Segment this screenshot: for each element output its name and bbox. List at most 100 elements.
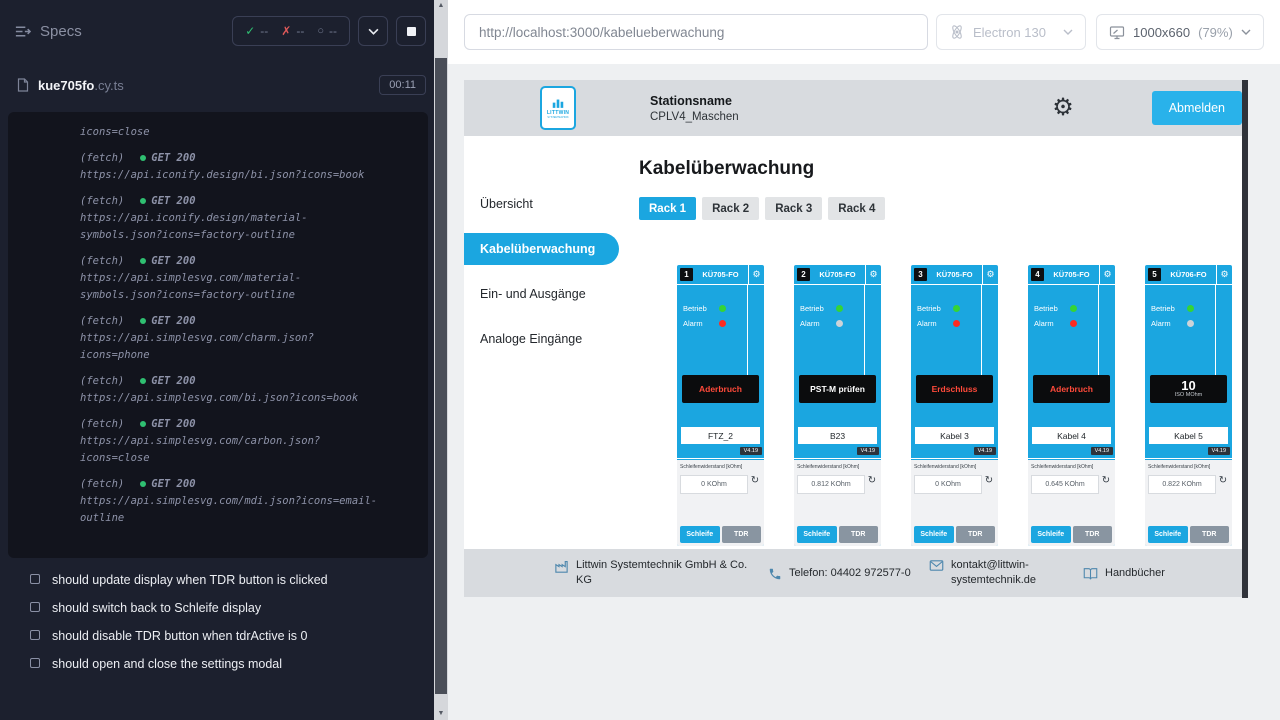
test-row[interactable]: should switch back to Schleife display bbox=[0, 594, 434, 622]
viewport-size-icon bbox=[1109, 25, 1125, 40]
sidebar-item-kabelueberwachung[interactable]: Kabelüberwachung bbox=[464, 233, 619, 265]
version-badge: V4.19 bbox=[857, 447, 879, 455]
footer-phone[interactable]: Telefon: 04402 972577-0 bbox=[768, 566, 917, 581]
footer-email[interactable]: kontakt@littwin-systemtechnik.de bbox=[929, 558, 1051, 588]
tab-rack-3[interactable]: Rack 3 bbox=[765, 197, 822, 220]
electron-icon bbox=[949, 24, 965, 40]
chevron-down-icon bbox=[1063, 29, 1073, 35]
measurement-panel: Schleifenwiderstand [kOhm] 0 KOhm↻ Schle… bbox=[911, 460, 998, 546]
app-footer: Littwin Systemtechnik GmbH & Co. KG Tele… bbox=[464, 549, 1248, 597]
refresh-icon[interactable]: ↻ bbox=[866, 475, 878, 487]
betrieb-label: Betrieb bbox=[917, 304, 953, 313]
failed-icon: ✗ bbox=[281, 24, 291, 38]
logout-button[interactable]: Abmelden bbox=[1152, 91, 1242, 125]
log-entry[interactable]: (fetch)GET 200 https://api.simplesvg.com… bbox=[80, 416, 382, 467]
sidebar-item-uebersicht[interactable]: Übersicht bbox=[464, 188, 619, 220]
resistance-value: 0.645 KOhm bbox=[1031, 475, 1099, 494]
browser-select[interactable]: Electron 130 bbox=[936, 14, 1086, 50]
refresh-icon[interactable]: ↻ bbox=[1100, 475, 1112, 487]
schleife-button[interactable]: Schleife bbox=[1031, 526, 1071, 543]
stop-tests-button[interactable] bbox=[396, 16, 426, 46]
cable-name-input[interactable] bbox=[798, 427, 877, 444]
runner-scrollbar-thumb[interactable] bbox=[435, 58, 447, 694]
tdr-button[interactable]: TDR bbox=[722, 526, 762, 543]
email-icon bbox=[929, 559, 944, 572]
schleife-button[interactable]: Schleife bbox=[680, 526, 720, 543]
cable-name-input[interactable] bbox=[1032, 427, 1111, 444]
specs-menu-icon[interactable] bbox=[14, 23, 31, 40]
tdr-button[interactable]: TDR bbox=[1073, 526, 1113, 543]
tdr-button[interactable]: TDR bbox=[956, 526, 996, 543]
log-entry[interactable]: (fetch)GET 200 https://api.simplesvg.com… bbox=[80, 476, 382, 527]
status-display: Erdschluss bbox=[916, 375, 993, 403]
log-entry[interactable]: (fetch)GET 200 https://api.iconify.desig… bbox=[80, 150, 382, 184]
collapse-runner-button[interactable] bbox=[358, 16, 388, 46]
main-content: Kabelüberwachung Rack 1 Rack 2 Rack 3 Ra… bbox=[619, 136, 1248, 549]
runner-scrollbar[interactable]: ▲ ▼ bbox=[434, 0, 448, 720]
card-settings-icon[interactable]: ⚙ bbox=[982, 265, 998, 284]
settings-gear-icon[interactable]: ⚙ bbox=[1052, 96, 1074, 120]
spec-name[interactable]: kue705fo.cy.ts bbox=[38, 78, 124, 93]
alarm-label: Alarm bbox=[1151, 319, 1187, 328]
card-settings-icon[interactable]: ⚙ bbox=[1216, 265, 1232, 284]
browser-name: Electron 130 bbox=[973, 25, 1046, 40]
version-badge: V4.19 bbox=[974, 447, 996, 455]
card-title: KÜ706-FO bbox=[1161, 270, 1216, 279]
alarm-label: Alarm bbox=[683, 319, 719, 328]
cable-name-input[interactable] bbox=[915, 427, 994, 444]
tab-rack-2[interactable]: Rack 2 bbox=[702, 197, 759, 220]
betrieb-led bbox=[1070, 305, 1077, 312]
passed-count: -- bbox=[260, 24, 268, 38]
card-title: KÜ705-FO bbox=[1044, 270, 1099, 279]
betrieb-label: Betrieb bbox=[683, 304, 719, 313]
version-row: V4.19 bbox=[1145, 446, 1232, 459]
app-scrollbar-thumb[interactable] bbox=[1242, 80, 1248, 598]
test-row[interactable]: should disable TDR button when tdrActive… bbox=[0, 622, 434, 650]
tdr-button[interactable]: TDR bbox=[1190, 526, 1230, 543]
card-settings-icon[interactable]: ⚙ bbox=[1099, 265, 1115, 284]
tdr-button[interactable]: TDR bbox=[839, 526, 879, 543]
tab-rack-1[interactable]: Rack 1 bbox=[639, 197, 696, 220]
card-settings-icon[interactable]: ⚙ bbox=[865, 265, 881, 284]
viewport-size-select[interactable]: 1000x660 (79%) bbox=[1096, 14, 1264, 50]
command-log: icons=close (fetch)GET 200 https://api.i… bbox=[8, 112, 428, 558]
log-entry[interactable]: (fetch)GET 200 https://api.iconify.desig… bbox=[80, 193, 382, 244]
resistance-value: 0.812 KOhm bbox=[797, 475, 865, 494]
test-row[interactable]: should open and close the settings modal bbox=[0, 650, 434, 678]
failed-count: -- bbox=[296, 24, 304, 38]
scroll-down-arrow[interactable]: ▼ bbox=[434, 709, 448, 719]
log-entry[interactable]: (fetch)GET 200 https://api.simplesvg.com… bbox=[80, 253, 382, 304]
phone-number: Telefon: 04402 972577-0 bbox=[789, 566, 917, 581]
card-title: KÜ705-FO bbox=[810, 270, 865, 279]
refresh-icon[interactable]: ↻ bbox=[983, 475, 995, 487]
app-window: LITTWIN SYSTEMTECHNIK Stationsname CPLV4… bbox=[464, 80, 1248, 597]
url-input[interactable]: http://localhost:3000/kabelueberwachung bbox=[464, 14, 928, 50]
schleife-button[interactable]: Schleife bbox=[1148, 526, 1188, 543]
cable-name-input[interactable] bbox=[1149, 427, 1228, 444]
betrieb-led bbox=[953, 305, 960, 312]
version-row: V4.19 bbox=[794, 446, 881, 459]
test-stats: ✓-- ✗-- ○-- bbox=[232, 16, 350, 46]
tab-rack-4[interactable]: Rack 4 bbox=[828, 197, 885, 220]
log-entry[interactable]: (fetch)GET 200 https://api.simplesvg.com… bbox=[80, 373, 382, 407]
version-badge: V4.19 bbox=[740, 447, 762, 455]
schleife-button[interactable]: Schleife bbox=[914, 526, 954, 543]
cable-name-input[interactable] bbox=[681, 427, 760, 444]
log-entry[interactable]: (fetch)GET 200 https://api.simplesvg.com… bbox=[80, 313, 382, 364]
resistance-label: Schleifenwiderstand [kOhm] bbox=[1031, 464, 1112, 470]
status-ok-dot bbox=[140, 155, 146, 161]
sidebar-item-ein-und-ausgaenge[interactable]: Ein- und Ausgänge bbox=[464, 278, 619, 310]
spec-extension: .cy.ts bbox=[94, 78, 123, 93]
card-settings-icon[interactable]: ⚙ bbox=[748, 265, 764, 284]
sidebar-item-analoge-eingaenge[interactable]: Analoge Eingänge bbox=[464, 323, 619, 355]
logo-buildings-icon bbox=[551, 98, 565, 109]
refresh-icon[interactable]: ↻ bbox=[1217, 475, 1229, 487]
alarm-label: Alarm bbox=[917, 319, 953, 328]
test-row[interactable]: should update display when TDR button is… bbox=[0, 566, 434, 594]
station-name: CPLV4_Maschen bbox=[650, 111, 739, 123]
footer-manuals[interactable]: Handbücher bbox=[1083, 566, 1165, 581]
version-badge: V4.19 bbox=[1091, 447, 1113, 455]
scroll-up-arrow[interactable]: ▲ bbox=[434, 1, 448, 11]
schleife-button[interactable]: Schleife bbox=[797, 526, 837, 543]
refresh-icon[interactable]: ↻ bbox=[749, 475, 761, 487]
